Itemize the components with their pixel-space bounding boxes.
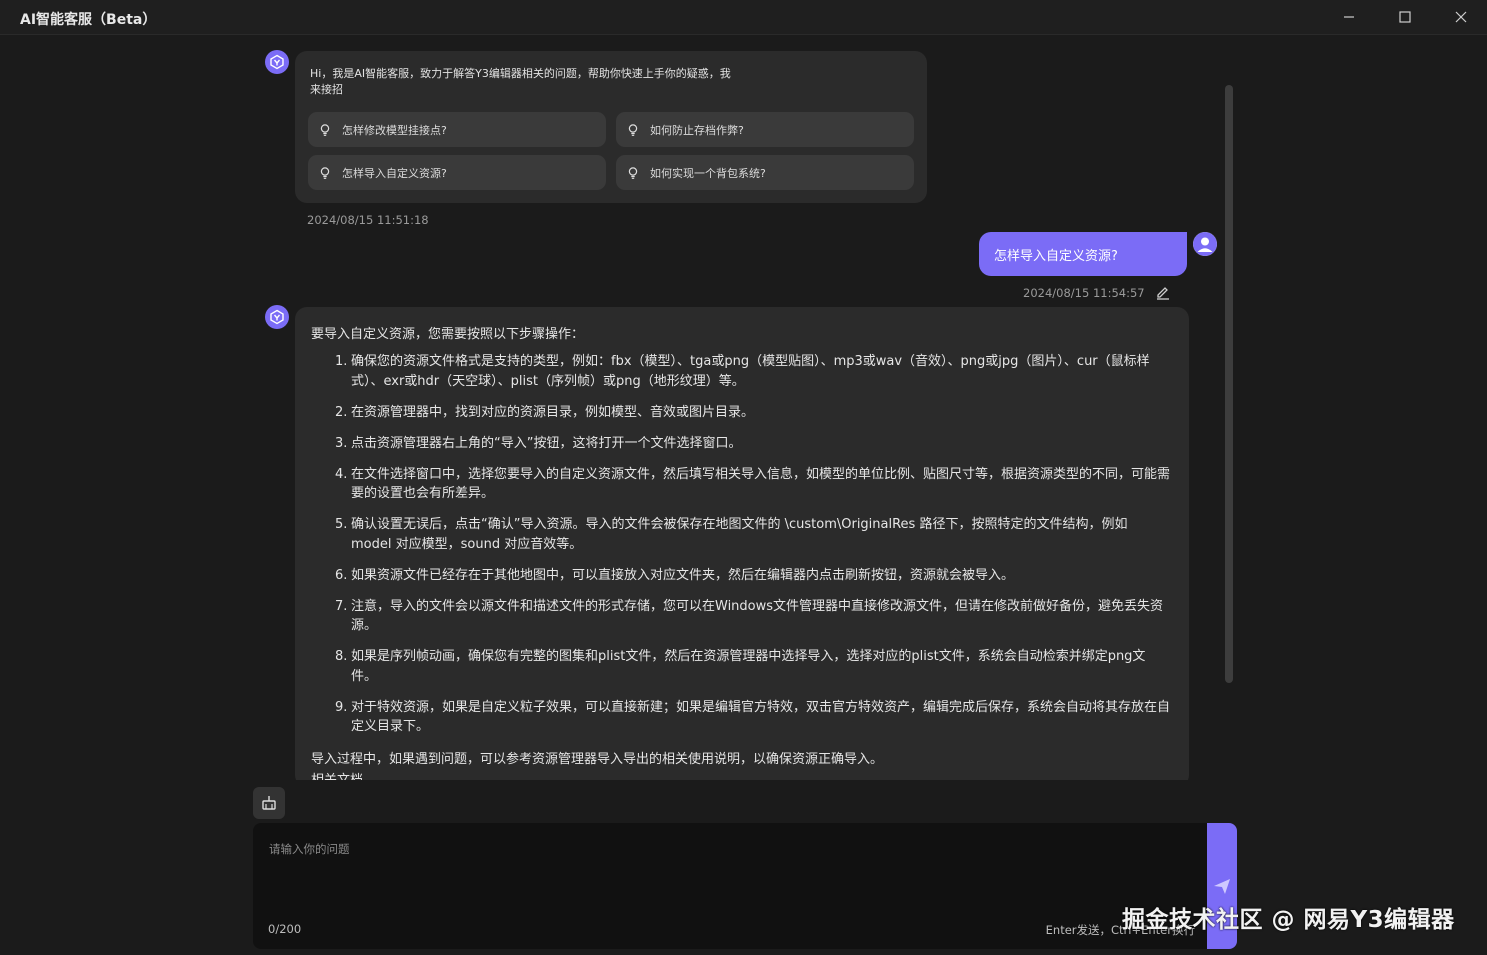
user-message-bubble: 怎样导入自定义资源? xyxy=(979,232,1187,276)
step-text: 确保您的资源文件格式是支持的类型，例如：fbx（模型）、tga或png（模型贴图… xyxy=(351,354,1150,389)
lightbulb-icon xyxy=(626,166,640,180)
step-number: 1. xyxy=(335,354,348,369)
user-icon xyxy=(1193,232,1217,256)
user-message-text: 怎样导入自定义资源? xyxy=(994,248,1118,264)
answer-card: 要导入自定义资源，您需要按照以下步骤操作： 1. 确保您的资源文件格式是支持的类型… xyxy=(295,307,1189,780)
suggestion-1[interactable]: 怎样修改模型挂接点? xyxy=(308,112,606,147)
user-message-timestamp: 2024/08/15 11:54:57 xyxy=(1023,286,1145,300)
lightbulb-icon xyxy=(318,166,332,180)
edit-icon[interactable] xyxy=(1155,285,1171,301)
user-avatar xyxy=(1193,232,1217,256)
step-number: 7. xyxy=(335,598,348,614)
step-text: 如果是序列帧动画，确保您有完整的图集和plist文件，然后在资源管理器中选择导入… xyxy=(351,649,1146,684)
close-button[interactable] xyxy=(1438,0,1484,34)
bot-logo-icon xyxy=(270,309,284,325)
step-item: 9. 对于特效资源，如果是自定义粒子效果，可以直接新建；如果是编辑官方特效，双击官… xyxy=(335,698,1171,737)
watermark: 掘金技术社区 @ 网易Y3编辑器 xyxy=(1122,907,1455,933)
suggestion-2[interactable]: 如何防止存档作弊? xyxy=(616,112,914,147)
step-item: 2. 在资源管理器中，找到对应的资源目录，例如模型、音效或图片目录。 xyxy=(335,403,1171,423)
step-text: 点击资源管理器右上角的“导入”按钮，这将打开一个文件选择窗口。 xyxy=(351,435,742,451)
maximize-button[interactable] xyxy=(1382,0,1428,34)
step-text: 对于特效资源，如果是自定义粒子效果，可以直接新建；如果是编辑官方特效，双击官方特… xyxy=(351,699,1171,735)
step-item: 1. 确保您的资源文件格式是支持的类型，例如：fbx（模型）、tga或png（模型… xyxy=(335,352,1171,391)
related-docs-label[interactable]: 相关文档 xyxy=(311,769,363,780)
chat-scrollbar[interactable] xyxy=(1225,85,1233,683)
clear-chat-button[interactable] xyxy=(253,787,285,819)
step-number: 5. xyxy=(335,517,348,532)
step-number: 8. xyxy=(335,649,348,664)
message-input-area: 0/200 Enter发送，Ctrl+Enter换行 xyxy=(253,823,1207,949)
lightbulb-icon xyxy=(318,123,332,137)
suggestion-label: 怎样修改模型挂接点? xyxy=(342,123,447,137)
bot-avatar xyxy=(265,305,289,329)
answer-outro: 导入过程中，如果遇到问题，可以参考资源管理器导入导出的相关使用说明，以确保资源正… xyxy=(311,752,884,767)
suggestion-label: 怎样导入自定义资源? xyxy=(342,166,447,180)
step-item: 4. 在文件选择窗口中，选择您要导入的自定义资源文件，然后填写相关导入信息，如模型… xyxy=(335,465,1171,504)
suggestion-3[interactable]: 怎样导入自定义资源? xyxy=(308,155,606,190)
welcome-timestamp: 2024/08/15 11:51:18 xyxy=(307,213,429,227)
step-item: 8. 如果是序列帧动画，确保您有完整的图集和plist文件，然后在资源管理器中选择… xyxy=(335,647,1171,686)
answer-steps: 1. 确保您的资源文件格式是支持的类型，例如：fbx（模型）、tga或png（模型… xyxy=(335,352,1171,748)
minimize-button[interactable] xyxy=(1326,0,1372,34)
step-number: 2. xyxy=(335,404,348,420)
chat-history: Hi，我是AI智能客服，致力于解答Y3编辑器相关的问题，帮助你快速上手你的疑惑，… xyxy=(0,35,1487,780)
step-number: 3. xyxy=(335,435,348,451)
maximize-icon xyxy=(1399,11,1411,23)
step-text: 确认设置无误后，点击“确认”导入资源。导入的文件会被保存在地图文件的 \cust… xyxy=(351,517,1128,552)
step-text: 在文件选择窗口中，选择您要导入的自定义资源文件，然后填写相关导入信息，如模型的单… xyxy=(351,466,1171,502)
step-text: 注意，导入的文件会以源文件和描述文件的形式存储，您可以在Windows文件管理器… xyxy=(351,598,1164,634)
broom-icon xyxy=(262,796,276,810)
bot-logo-icon xyxy=(270,54,284,70)
window-title: AI智能客服（Beta） xyxy=(20,12,157,28)
welcome-card: Hi，我是AI智能客服，致力于解答Y3编辑器相关的问题，帮助你快速上手你的疑惑，… xyxy=(295,51,927,203)
step-item: 6. 如果资源文件已经存在于其他地图中，可以直接放入对应文件夹，然后在编辑器内点击… xyxy=(335,566,1171,586)
suggestion-label: 如何实现一个背包系统? xyxy=(650,166,766,180)
close-icon xyxy=(1455,11,1467,23)
title-bar: AI智能客服（Beta） xyxy=(0,0,1487,35)
suggestion-label: 如何防止存档作弊? xyxy=(650,123,744,137)
suggestion-4[interactable]: 如何实现一个背包系统? xyxy=(616,155,914,190)
lightbulb-icon xyxy=(626,123,640,137)
char-counter: 0/200 xyxy=(268,922,302,936)
send-icon xyxy=(1214,879,1230,894)
step-item: 7. 注意，导入的文件会以源文件和描述文件的形式存储，您可以在Windows文件管… xyxy=(335,597,1171,636)
step-item: 3. 点击资源管理器右上角的“导入”按钮，这将打开一个文件选择窗口。 xyxy=(335,434,1171,454)
greeting-text: Hi，我是AI智能客服，致力于解答Y3编辑器相关的问题，帮助你快速上手你的疑惑，… xyxy=(310,67,731,96)
step-number: 4. xyxy=(335,466,348,482)
step-number: 6. xyxy=(335,567,348,583)
bot-avatar xyxy=(265,50,289,74)
question-input[interactable] xyxy=(267,839,1191,903)
answer-intro: 要导入自定义资源，您需要按照以下步骤操作： xyxy=(311,327,585,342)
step-text: 如果资源文件已经存在于其他地图中，可以直接放入对应文件夹，然后在编辑器内点击刷新… xyxy=(351,567,1015,583)
minimize-icon xyxy=(1344,16,1354,18)
step-item: 5. 确认设置无误后，点击“确认”导入资源。导入的文件会被保存在地图文件的 \cu… xyxy=(335,515,1171,554)
step-number: 9. xyxy=(335,699,348,715)
step-text: 在资源管理器中，找到对应的资源目录，例如模型、音效或图片目录。 xyxy=(351,404,755,420)
